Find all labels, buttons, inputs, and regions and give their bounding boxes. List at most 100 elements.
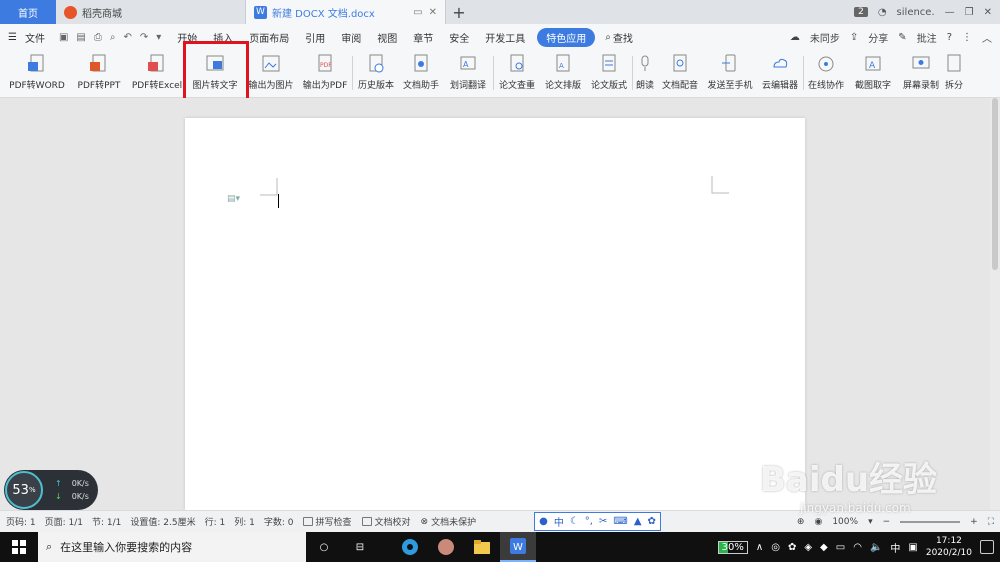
cortana-icon[interactable]: ○ xyxy=(306,532,342,562)
status-setting[interactable]: 设置值: 2.5厘米 xyxy=(130,515,195,528)
pin-icon[interactable]: ▭ xyxy=(413,7,422,18)
tab-document[interactable]: W 新建 DOCX 文档.docx ▭ ✕ xyxy=(246,0,446,24)
history-version-button[interactable]: 历史版本 xyxy=(353,50,399,96)
ime-moon-icon[interactable]: ☾ xyxy=(570,516,579,527)
menu-view[interactable]: 视图 xyxy=(369,30,405,45)
menu-special-apps[interactable]: 特色应用 xyxy=(537,27,596,47)
zoom-level[interactable]: 100% xyxy=(832,517,858,527)
pdf-to-ppt-button[interactable]: PDF转PPT xyxy=(70,50,128,96)
redo-icon[interactable]: ↷ xyxy=(140,32,148,43)
word-translate-button[interactable]: A 划词翻译 xyxy=(443,50,493,96)
tab-home[interactable]: 首页 xyxy=(0,0,56,24)
photo-app-icon[interactable] xyxy=(428,532,464,562)
online-collab-button[interactable]: 在线协作 xyxy=(804,50,848,96)
tray-app-icon[interactable]: ✿ xyxy=(788,542,796,553)
share-button[interactable]: 分享 xyxy=(868,30,888,45)
ime-keyboard-icon[interactable]: ⌨ xyxy=(613,516,627,527)
ime-scissors-icon[interactable]: ✂ xyxy=(599,516,607,527)
windows-start-icon[interactable] xyxy=(0,532,38,562)
spell-check-button[interactable]: 拼写检查 xyxy=(302,515,352,528)
tray-shield-icon[interactable]: ◆ xyxy=(820,542,828,553)
scrollbar-thumb[interactable] xyxy=(992,98,998,270)
menu-layout[interactable]: 页面布局 xyxy=(241,30,297,45)
tray-expand-icon[interactable]: ∧ xyxy=(756,542,763,553)
menu-search[interactable]: 查找 xyxy=(611,30,641,45)
read-aloud-button[interactable]: 朗读 xyxy=(633,50,657,96)
cloud-editor-button[interactable]: 云编辑器 xyxy=(757,50,803,96)
menu-security[interactable]: 安全 xyxy=(441,30,477,45)
status-section[interactable]: 节: 1/1 xyxy=(92,515,121,528)
tab-store[interactable]: 稻壳商城 xyxy=(56,0,246,24)
pdf-to-word-button[interactable]: PDF转WORD xyxy=(4,50,70,96)
task-view-icon[interactable]: ⊟ xyxy=(342,532,378,562)
menu-review[interactable]: 审阅 xyxy=(333,30,369,45)
send-to-phone-button[interactable]: 发送至手机 xyxy=(703,50,757,96)
export-image-button[interactable]: 输出为图片 xyxy=(244,50,298,96)
eye-protect-icon[interactable]: ◉ xyxy=(814,517,822,527)
menu-file[interactable]: 文件 xyxy=(17,30,53,45)
ime-lang[interactable]: 中 xyxy=(554,514,564,529)
tray-ime-icon[interactable]: ▣ xyxy=(908,542,917,553)
menu-reference[interactable]: 引用 xyxy=(297,30,333,45)
taskbar-search-box[interactable]: ⌕ 在这里输入你要搜索的内容 xyxy=(38,532,306,562)
doc-proof-button[interactable]: 文档校对 xyxy=(361,515,411,528)
hamburger-icon[interactable]: ☰ xyxy=(8,32,17,43)
close-window-icon[interactable]: ✕ xyxy=(984,7,992,18)
menu-devtools[interactable]: 开发工具 xyxy=(477,30,533,45)
doc-voiceover-button[interactable]: 文档配音 xyxy=(657,50,703,96)
notification-icon[interactable] xyxy=(980,540,994,554)
doc-protect-button[interactable]: ⊗ 文档未保护 xyxy=(421,515,477,529)
comment-button[interactable]: 批注 xyxy=(917,30,937,45)
doc-assistant-button[interactable]: 文档助手 xyxy=(399,50,443,96)
ime-skin-icon[interactable]: ▲ xyxy=(634,516,642,527)
tray-edge-icon[interactable]: ◎ xyxy=(771,542,780,553)
image-to-text-button[interactable]: 图片转文字 xyxy=(186,50,244,96)
zoom-dropdown-icon[interactable]: ▾ xyxy=(868,517,873,527)
collapse-ribbon-icon[interactable]: ︿ xyxy=(982,30,992,45)
fullscreen-icon[interactable]: ⛶ xyxy=(988,517,994,527)
status-words[interactable]: 字数: 0 xyxy=(264,515,294,528)
screen-record-button[interactable]: 屏幕录制 xyxy=(898,50,944,96)
vertical-scrollbar[interactable] xyxy=(990,98,1000,510)
sync-status[interactable]: 未同步 xyxy=(810,30,840,45)
close-tab-icon[interactable]: ✕ xyxy=(429,7,437,18)
pdf-to-excel-button[interactable]: PDF转Excel xyxy=(128,50,186,96)
user-name[interactable]: silence. xyxy=(897,7,935,18)
menu-insert[interactable]: 插入 xyxy=(205,30,241,45)
split-button[interactable]: 拆分 xyxy=(944,50,964,96)
screenshot-ocr-button[interactable]: A 截图取字 xyxy=(848,50,898,96)
battery-indicator[interactable]: 30% xyxy=(717,540,748,554)
export-icon[interactable]: ▤ xyxy=(76,32,85,43)
file-explorer-icon[interactable] xyxy=(464,532,500,562)
tray-volume-icon[interactable]: 🔈 xyxy=(870,542,882,553)
window-count-badge[interactable]: 2 xyxy=(854,7,868,17)
edge-browser-icon[interactable] xyxy=(392,532,428,562)
ime-toolbar[interactable]: ● 中 ☾ °, ✂ ⌨ ▲ ✿ xyxy=(534,512,661,531)
ime-settings-icon[interactable]: ✿ xyxy=(648,516,656,527)
restore-icon[interactable]: ❐ xyxy=(965,7,974,18)
more-icon[interactable]: ▾ xyxy=(156,32,161,43)
tray-wifi-icon[interactable]: ◠ xyxy=(853,542,862,553)
document-page[interactable]: ▤▾ xyxy=(185,118,805,510)
paper-check-button[interactable]: 论文查重 xyxy=(494,50,540,96)
help-icon[interactable]: ? xyxy=(947,32,952,43)
network-speed-widget[interactable]: 53% ↑ 0K/s ↓ 0K/s xyxy=(4,470,98,510)
export-pdf-button[interactable]: PDF 输出为PDF xyxy=(298,50,352,96)
ime-logo-icon[interactable]: ● xyxy=(539,516,548,527)
zoom-in-icon[interactable]: + xyxy=(970,517,978,527)
paragraph-handle-icon[interactable]: ▤▾ xyxy=(227,194,240,204)
undo-icon[interactable]: ↶ xyxy=(123,32,131,43)
menu-start[interactable]: 开始 xyxy=(169,30,205,45)
wps-taskbar-icon[interactable]: W xyxy=(500,532,536,562)
paper-format-button[interactable]: 论文版式 xyxy=(586,50,632,96)
zoom-out-icon[interactable]: − xyxy=(883,517,891,527)
taskbar-clock[interactable]: 17:12 2020/2/10 xyxy=(926,535,972,559)
minimize-icon[interactable]: — xyxy=(945,7,955,18)
status-page-code[interactable]: 页码: 1 xyxy=(6,515,36,528)
tray-ime[interactable]: 中 xyxy=(890,540,900,555)
new-tab-button[interactable]: + xyxy=(446,0,472,24)
tray-cube-icon[interactable]: ◈ xyxy=(804,542,812,553)
zoom-slider[interactable] xyxy=(900,520,961,523)
preview-icon[interactable]: ⌕ xyxy=(110,32,116,43)
menu-chapter[interactable]: 章节 xyxy=(405,30,441,45)
